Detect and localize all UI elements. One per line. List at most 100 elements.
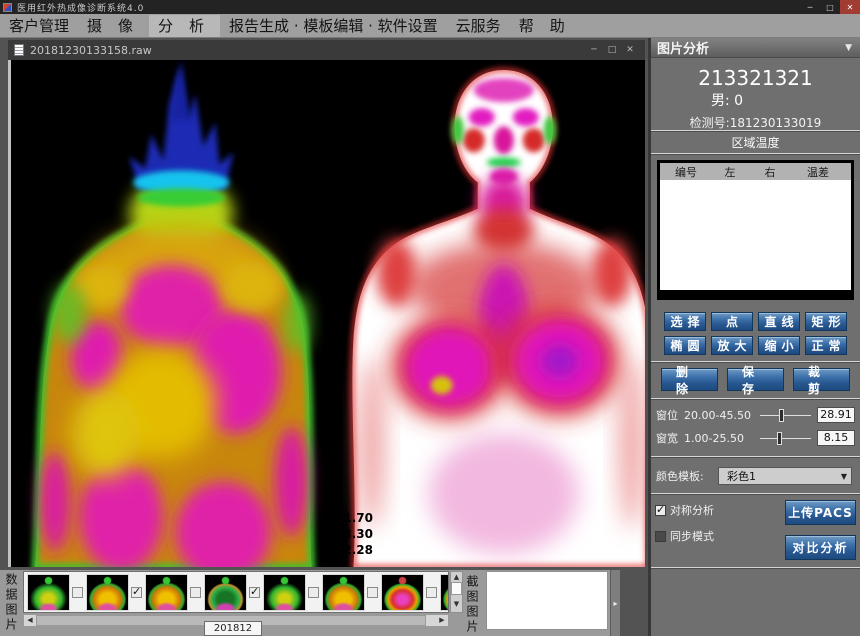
image-window-minimize-button[interactable]: ─ [585,42,603,58]
window-level-slider[interactable] [760,415,811,416]
workspace: 20181230133158.raw ─ □ ✕ [0,38,648,636]
chevron-down-icon[interactable]: ▼ [845,43,852,53]
thumbnail-cell [27,574,86,611]
slider-thumb[interactable] [779,409,784,422]
crop-button[interactable]: 裁剪 [793,368,850,391]
divider [651,153,860,155]
window-width-label: 窗宽 [656,430,684,446]
image-window-titlebar[interactable]: 20181230133158.raw ─ □ ✕ [8,40,645,60]
window-level-value[interactable]: 28.91 [817,407,855,423]
panel-title: 图片分析 [657,38,709,57]
thumbnail-cell [322,574,381,611]
scroll-right-icon[interactable]: ▶ [436,615,448,626]
thumbnail-checkbox[interactable] [72,587,83,598]
thumbnail-list [23,571,449,613]
thumbnail-checkbox[interactable] [190,587,201,598]
ellipse-tool-button[interactable]: 椭圆 [664,336,706,355]
table-header-row: 编号 左 右 温差 [660,163,851,180]
patient-sex: 男: 0 [711,90,743,110]
app-maximize-button[interactable]: □ [820,0,840,14]
divider [651,493,860,495]
save-button[interactable]: 保存 [727,368,784,391]
screenshot-images-label: 截图图片 [464,575,481,635]
thumbnail-image[interactable] [86,574,129,611]
scroll-left-icon[interactable]: ◀ [24,615,36,626]
image-window-maximize-button[interactable]: □ [603,42,621,58]
bottom-strip: 数据图片 ▲ ▼ 截图图片 ▸ ◀ ▶ 201812 [0,570,620,636]
data-images-label: 数据图片 [3,573,20,633]
sync-mode-checkbox[interactable] [655,531,666,542]
thumbnail-image[interactable] [145,574,188,611]
thermal-image-canvas[interactable]: 41.70 23.30 32.28 [8,60,645,567]
divider [651,398,860,400]
thumbnail-vertical-scrollbar[interactable]: ▲ ▼ [450,571,463,613]
thermal-image [11,60,645,567]
thumbnail-checkbox[interactable] [367,587,378,598]
app-titlebar: 医用红外热成像诊断系统4.0 ─ □ ✕ [0,0,860,14]
color-template-select[interactable]: 彩色1 ▼ [718,467,852,485]
column-header-tempdiff: 温差 [792,164,844,180]
point-tool-button[interactable]: 点 [711,312,753,331]
thumbnail-checkbox[interactable] [426,587,437,598]
slider-thumb[interactable] [777,432,782,445]
rectangle-tool-button[interactable]: 矩形 [805,312,847,331]
thumbnail-image[interactable] [27,574,70,611]
upload-pacs-button[interactable]: 上传PACS [785,500,856,525]
thumbnail-checkbox[interactable] [249,587,260,598]
thumbnail-checkbox[interactable] [308,587,319,598]
application-window: 医用红外热成像诊断系统4.0 ─ □ ✕ 客户管理 摄像 分析 报告生成 · 模… [0,0,860,636]
compare-analysis-button[interactable]: 对比分析 [785,535,856,560]
menu-help[interactable]: 帮助 [510,15,581,37]
thumbnail-checkbox[interactable] [131,587,142,598]
scroll-down-icon[interactable]: ▼ [451,599,462,609]
image-window-close-button[interactable]: ✕ [621,42,639,58]
image-window-title: 20181230133158.raw [30,44,152,57]
app-minimize-button[interactable]: ─ [800,0,820,14]
thumbnail-image[interactable] [322,574,365,611]
menu-capture[interactable]: 摄像 [78,15,149,37]
thumbnail-image[interactable] [204,574,247,611]
table-body [660,180,851,290]
app-title: 医用红外热成像诊断系统4.0 [17,1,144,14]
scrollbar-tooltip: 201812 [204,621,262,636]
sync-mode-label: 同步模式 [670,528,714,544]
app-close-button[interactable]: ✕ [840,0,860,14]
thumbnail-image[interactable] [381,574,424,611]
color-template-label: 颜色模板: [656,468,718,484]
line-tool-button[interactable]: 直线 [758,312,800,331]
window-width-value[interactable]: 8.15 [817,430,855,446]
thumbnail-cell [204,574,263,611]
normal-view-button[interactable]: 正常 [805,336,847,355]
scroll-up-icon[interactable]: ▲ [451,572,462,582]
menu-report-template-settings[interactable]: 报告生成 · 模板编辑 · 软件设置 [220,15,447,37]
menu-cloud-service[interactable]: 云服务 [447,15,510,37]
thumbnail-cell [263,574,322,611]
thumbnail-cell [145,574,204,611]
screenshot-list[interactable] [486,571,608,630]
select-tool-button[interactable]: 选择 [664,312,706,331]
menu-customer-management[interactable]: 客户管理 [0,15,78,37]
panel-header[interactable]: 图片分析 ▼ [651,38,860,58]
thumbnail-image[interactable] [263,574,306,611]
delete-button[interactable]: 删除 [661,368,718,391]
divider [651,456,860,458]
analysis-panel: 图片分析 ▼ 213321321 男: 0 检测号:181230133019 区… [648,38,860,636]
vertical-scrollbar-thumb[interactable] [451,582,462,595]
panel-splitter-handle[interactable]: ▸ [610,570,620,636]
color-template-value: 彩色1 [727,468,756,484]
chevron-down-icon[interactable]: ▼ [841,472,847,481]
temp-max: 41.70 [333,510,373,526]
divider [651,567,860,569]
thumbnail-cell [381,574,440,611]
zoom-in-button[interactable]: 放大 [711,336,753,355]
exam-number: 检测号:181230133019 [651,114,860,131]
thumbnail-image[interactable] [440,574,449,611]
menu-analysis[interactable]: 分析 [149,15,220,37]
zoom-out-button[interactable]: 缩小 [758,336,800,355]
window-width-range: 1.00-25.50 [684,432,760,445]
thumbnail-cell [440,574,449,611]
window-width-slider[interactable] [760,438,811,439]
menu-bar: 客户管理 摄像 分析 报告生成 · 模板编辑 · 软件设置 云服务 帮助 [0,14,860,38]
temp-avg: 32.28 [333,542,373,558]
symmetry-analysis-checkbox[interactable] [655,505,666,516]
